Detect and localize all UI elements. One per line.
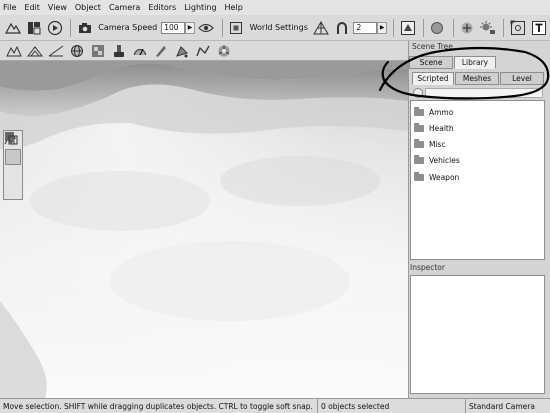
- status-camera: Standard Camera: [469, 401, 535, 411]
- status-hint: Move selection. SHIFT while dragging dup…: [0, 398, 318, 413]
- annotation-ellipse: [378, 46, 550, 100]
- status-bar: Move selection. SHIFT while dragging dup…: [0, 398, 550, 413]
- status-selection-count: 0 objects selected: [318, 398, 466, 413]
